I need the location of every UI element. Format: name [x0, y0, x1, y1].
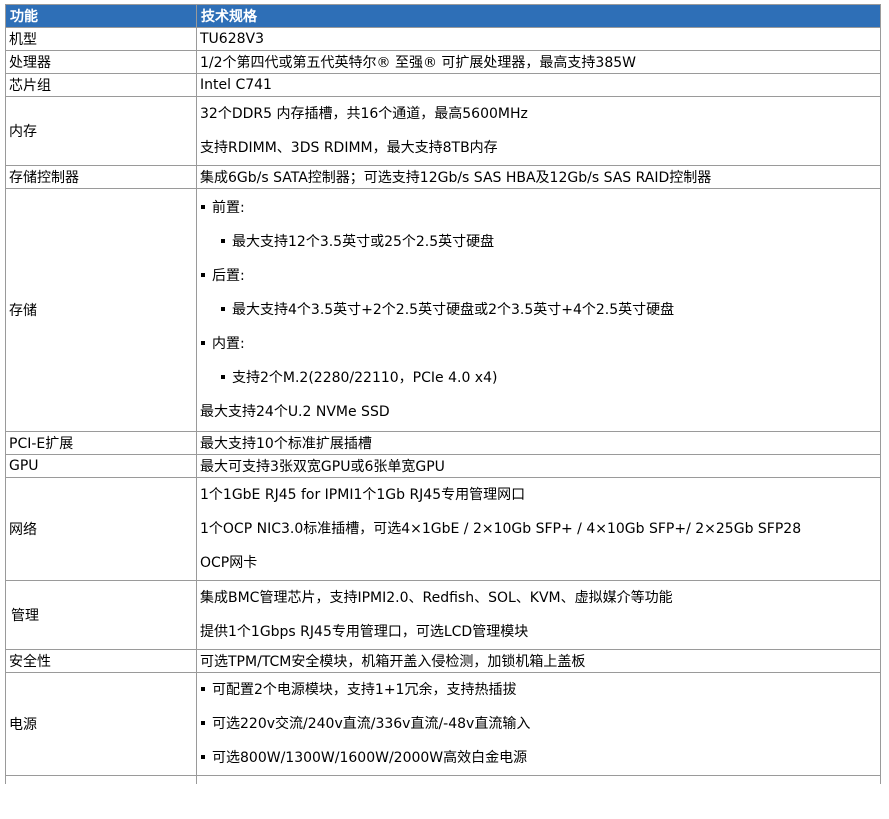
storage-internal-title: 内置: — [200, 327, 880, 361]
management-line: 集成BMC管理芯片，支持IPMI2.0、Redfish、SOL、KVM、虚拟媒介… — [200, 590, 673, 606]
table-row: 芯片组 Intel C741 — [5, 73, 881, 97]
storage-rear-title: 后置: — [200, 259, 880, 293]
table-row: 存储控制器 集成6Gb/s SATA控制器；可选支持12Gb/s SAS HBA… — [5, 165, 881, 189]
row-value: 1个1GbE RJ45 for IPMI1个1Gb RJ45专用管理网口 1个O… — [196, 477, 881, 581]
bullet-icon — [221, 374, 225, 379]
table-row: 安全性 可选TPM/TCM安全模块，机箱开盖入侵检测，加锁机箱上盖板 — [5, 649, 881, 673]
network-line: 1个OCP NIC3.0标准插槽，可选4×1GbE / 2×10Gb SFP+ … — [200, 521, 802, 537]
row-value: 可配置2个电源模块，支持1+1冗余，支持热插拔 可选220v交流/240v直流/… — [196, 672, 881, 776]
row-value: 集成BMC管理芯片，支持IPMI2.0、Redfish、SOL、KVM、虚拟媒介… — [196, 580, 881, 650]
table-row: 处理器 1/2个第四代或第五代英特尔® 至强® 可扩展处理器，最高支持385W — [5, 50, 881, 74]
row-value: 最大可支持3张双宽GPU或6张单宽GPU — [196, 454, 881, 478]
power-line: 可配置2个电源模块，支持1+1冗余，支持热插拔 — [200, 673, 880, 707]
bullet-icon — [201, 720, 205, 725]
header-spec: 技术规格 — [196, 4, 881, 28]
memory-line: 32个DDR5 内存插槽，共16个通道，最高5600MHz — [200, 106, 528, 122]
bullet-icon — [221, 238, 225, 243]
bullet-icon — [201, 340, 205, 345]
row-value: TU628V3 — [196, 27, 881, 51]
row-label: 电源 — [5, 672, 197, 776]
header-feature: 功能 — [5, 4, 197, 28]
network-line: 1个1GbE RJ45 for IPMI1个1Gb RJ45专用管理网口 — [200, 487, 526, 503]
row-label: PCI-E扩展 — [5, 431, 197, 455]
row-label: 芯片组 — [5, 73, 197, 97]
row-value: 32个DDR5 内存插槽，共16个通道，最高5600MHz 支持RDIMM、3D… — [196, 96, 881, 166]
row-label: 存储控制器 — [5, 165, 197, 189]
bullet-icon — [201, 686, 205, 691]
management-line: 提供1个1Gbps RJ45专用管理口，可选LCD管理模块 — [200, 624, 529, 640]
bullet-icon — [201, 754, 205, 759]
row-value-empty — [196, 775, 881, 784]
row-value: 最大支持10个标准扩展插槽 — [196, 431, 881, 455]
row-value: 可选TPM/TCM安全模块，机箱开盖入侵检测，加锁机箱上盖板 — [196, 649, 881, 673]
row-label: 管理 — [5, 580, 197, 650]
spec-table: 功能 技术规格 机型 TU628V3 处理器 1/2个第四代或第五代英特尔® 至… — [5, 4, 881, 784]
table-header-row: 功能 技术规格 — [5, 4, 881, 28]
memory-line: 支持RDIMM、3DS RDIMM，最大支持8TB内存 — [200, 140, 498, 156]
row-label: GPU — [5, 454, 197, 478]
table-row: PCI-E扩展 最大支持10个标准扩展插槽 — [5, 431, 881, 455]
row-label: 网络 — [5, 477, 197, 581]
row-value: 集成6Gb/s SATA控制器；可选支持12Gb/s SAS HBA及12Gb/… — [196, 165, 881, 189]
table-row-cut — [5, 775, 881, 784]
table-row: 存储 前置: 最大支持12个3.5英寸或25个2.5英寸硬盘 后置: 最大支持4… — [5, 188, 881, 432]
row-label: 处理器 — [5, 50, 197, 74]
power-line: 可选220v交流/240v直流/336v直流/-48v直流输入 — [200, 707, 880, 741]
storage-front-item: 最大支持12个3.5英寸或25个2.5英寸硬盘 — [200, 225, 880, 259]
storage-internal-item: 支持2个M.2(2280/22110，PCIe 4.0 x4) — [200, 361, 880, 395]
row-label: 安全性 — [5, 649, 197, 673]
row-label: 机型 — [5, 27, 197, 51]
row-label: 存储 — [5, 188, 197, 432]
table-row: 机型 TU628V3 — [5, 27, 881, 51]
bullet-icon — [201, 272, 205, 277]
row-value: Intel C741 — [196, 73, 881, 97]
table-row: 电源 可配置2个电源模块，支持1+1冗余，支持热插拔 可选220v交流/240v… — [5, 672, 881, 776]
bullet-icon — [201, 204, 205, 209]
row-value: 前置: 最大支持12个3.5英寸或25个2.5英寸硬盘 后置: 最大支持4个3.… — [196, 188, 881, 432]
row-label-empty — [5, 775, 197, 784]
row-label: 内存 — [5, 96, 197, 166]
table-row: 网络 1个1GbE RJ45 for IPMI1个1Gb RJ45专用管理网口 … — [5, 477, 881, 581]
storage-nvme: 最大支持24个U.2 NVMe SSD — [200, 404, 390, 420]
row-value: 1/2个第四代或第五代英特尔® 至强® 可扩展处理器，最高支持385W — [196, 50, 881, 74]
table-row: GPU 最大可支持3张双宽GPU或6张单宽GPU — [5, 454, 881, 478]
storage-front-title: 前置: — [200, 191, 880, 225]
storage-rear-item: 最大支持4个3.5英寸+2个2.5英寸硬盘或2个3.5英寸+4个2.5英寸硬盘 — [200, 293, 880, 327]
power-line: 可选800W/1300W/1600W/2000W高效白金电源 — [200, 741, 880, 775]
table-row: 内存 32个DDR5 内存插槽，共16个通道，最高5600MHz 支持RDIMM… — [5, 96, 881, 166]
network-line: OCP网卡 — [200, 555, 258, 571]
bullet-icon — [221, 306, 225, 311]
table-row: 管理 集成BMC管理芯片，支持IPMI2.0、Redfish、SOL、KVM、虚… — [5, 580, 881, 650]
